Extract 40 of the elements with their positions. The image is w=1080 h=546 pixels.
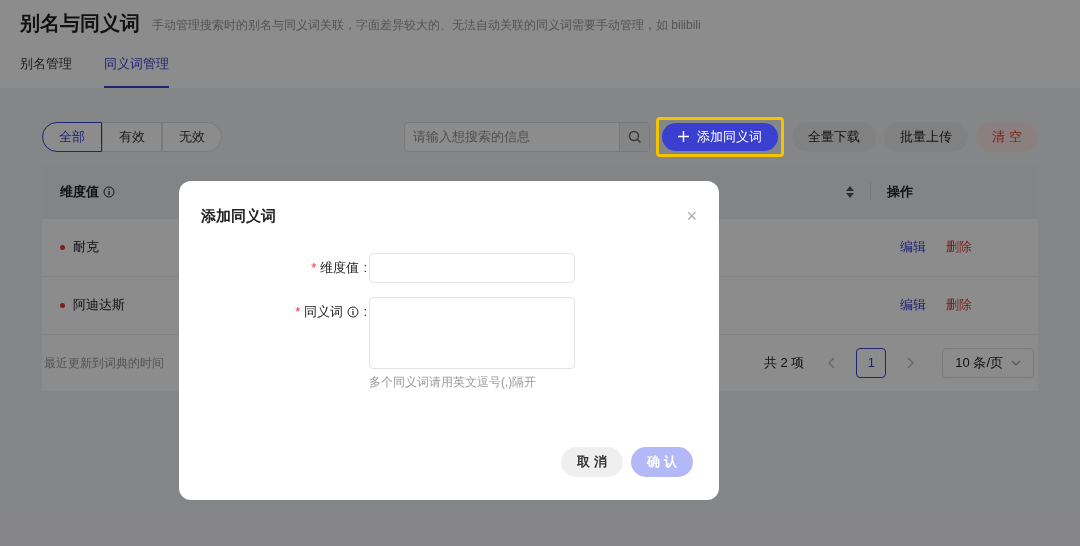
row-action-link[interactable]: 删除 [946,295,972,315]
cancel-button[interactable]: 取 消 [561,447,623,477]
required-asterisk: * [311,258,317,277]
field-label: 维度值 [320,258,360,277]
page-button[interactable]: 1 [856,347,887,378]
synonym-field[interactable] [369,296,575,369]
toolbar-button[interactable]: 全量下载 [792,121,877,152]
filter-tab[interactable]: 无效 [162,121,222,152]
table-cell-text: 阿迪达斯 [73,296,125,315]
plus-icon [678,131,690,142]
tab[interactable]: 别名管理 [20,54,72,88]
row-action-link[interactable]: 编辑 [900,295,926,315]
page-title: 别名与同义词 [20,11,140,36]
filter-tab[interactable]: 全部 [42,121,102,152]
add-button[interactable]: 添加同义词 [662,122,779,151]
row-action-link[interactable]: 编辑 [900,237,926,257]
row-action-link[interactable]: 删除 [946,237,972,257]
page-size-select[interactable]: 10 条/页 [942,347,1034,378]
required-asterisk: * [295,302,301,321]
chevron-left-icon[interactable] [828,356,837,369]
total-count: 共 2 项 [763,353,805,372]
sort-icon[interactable] [846,185,854,198]
table-cell-text: 耐克 [73,238,99,257]
colon: : [363,302,367,321]
search-icon [627,129,642,144]
dialog-title: 添加同义词 [201,206,276,226]
tab[interactable]: 同义词管理 [104,54,169,88]
dimension-field[interactable] [369,252,575,283]
close-button[interactable]: × [686,207,697,226]
field-label: 同义词 [304,302,344,321]
colon: : [363,258,367,277]
chevron-down-icon [1011,359,1021,366]
chevron-right-icon[interactable] [906,356,915,369]
column-header: 维度值 [60,182,99,201]
filter-tab[interactable]: 有效 [102,121,162,152]
toolbar-button[interactable]: 清 空 [976,121,1038,152]
field-hint: 多个同义词请用英文逗号(,)隔开 [369,373,538,391]
column-header: 操作 [887,182,913,201]
search-button[interactable] [619,122,650,151]
toolbar-button[interactable]: 批量上传 [884,121,969,152]
